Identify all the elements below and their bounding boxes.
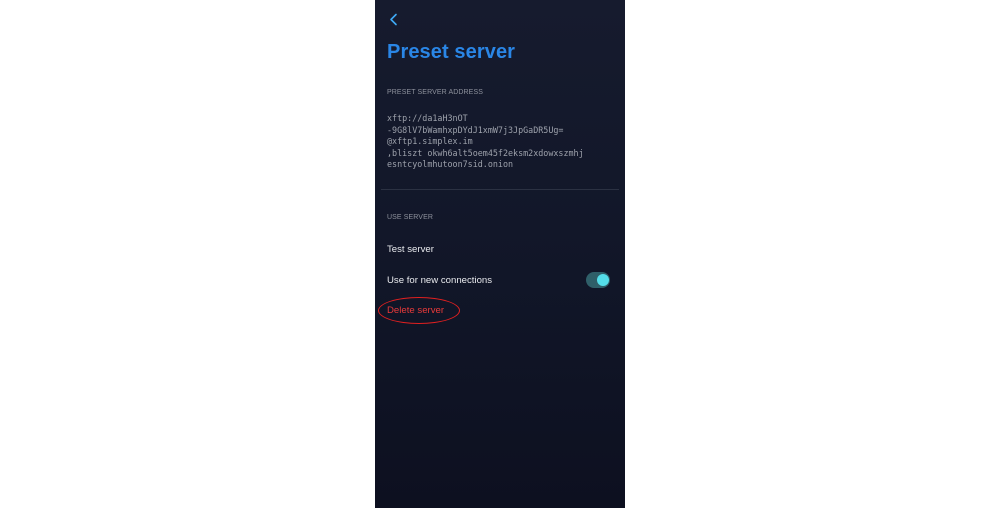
back-button[interactable]: [385, 10, 401, 28]
page-title: Preset server: [387, 41, 516, 63]
divider: [381, 189, 619, 190]
server-address[interactable]: xftp://da1aH3nOT -9G8lV7bWamhxpDYdJ1xmW7…: [387, 113, 619, 171]
use-for-new-connections-toggle[interactable]: [586, 272, 610, 288]
address-line: @xftp1.simplex.im: [387, 136, 473, 146]
chevron-left-icon: [389, 13, 397, 25]
address-line: xftp://da1aH3nOT: [387, 113, 468, 123]
toggle-knob: [597, 274, 609, 286]
test-server-button[interactable]: Test server: [387, 244, 434, 255]
phone-screen: Preset server PRESET SERVER ADDRESS xftp…: [375, 0, 625, 508]
address-line: esntcyolmhutoon7sid.onion: [387, 159, 514, 169]
section-label-address: PRESET SERVER ADDRESS: [387, 89, 483, 96]
section-label-use-server: USE SERVER: [387, 214, 433, 221]
use-for-new-connections-label: Use for new connections: [387, 275, 493, 286]
address-line: ,bliszt okwh6alt5oem45f2eksm2xdowxszmhj: [387, 147, 584, 158]
address-line: -9G8lV7bWamhxpDYdJ1xmW7j3JpGaDR5Ug=: [387, 124, 564, 135]
delete-server-button[interactable]: Delete server: [387, 305, 444, 316]
